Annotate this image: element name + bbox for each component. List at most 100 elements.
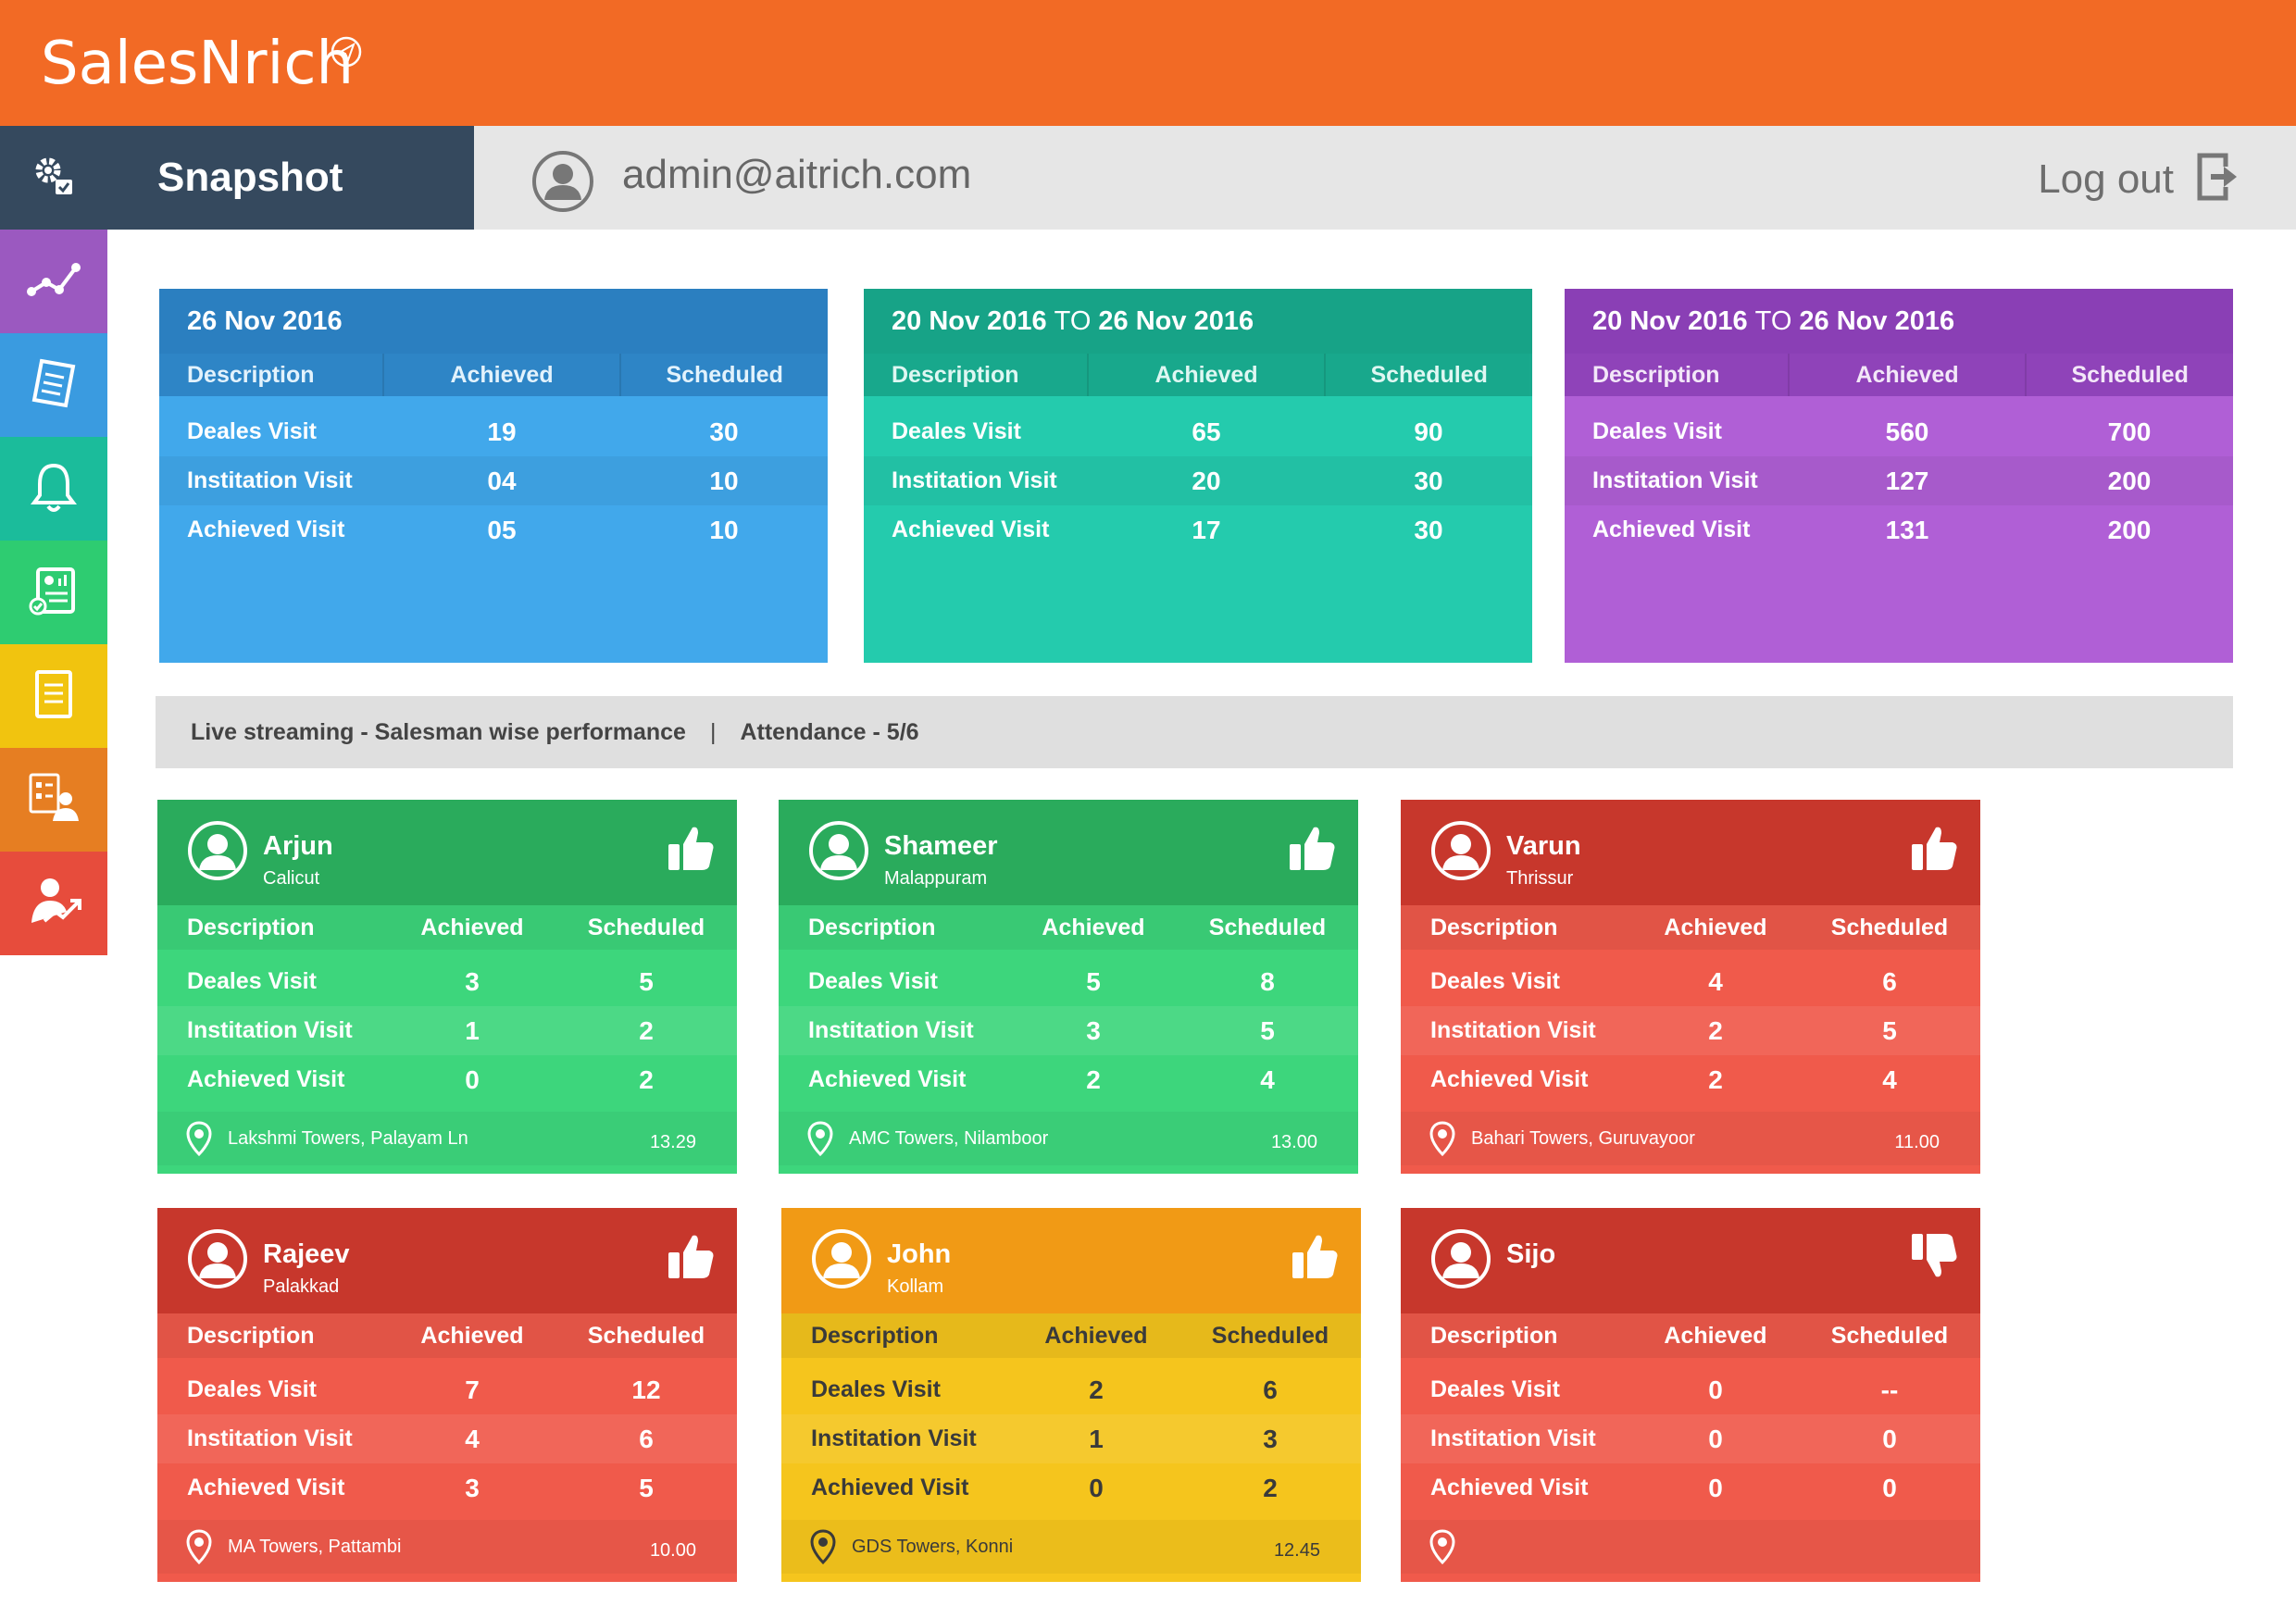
column-scheduled: Scheduled	[1370, 361, 1488, 388]
sidebar	[0, 126, 107, 955]
row-achieved: 0	[1708, 1424, 1723, 1453]
thumbs-down-icon	[1908, 1230, 1960, 1287]
row-achieved: 1	[465, 1015, 480, 1045]
row-scheduled: 0	[1882, 1424, 1897, 1453]
salesman-row: Institation Visit 1 3	[781, 1414, 1361, 1463]
row-description: Institation Visit	[187, 1017, 353, 1043]
summary-date-start: 20 Nov 2016	[1592, 305, 1748, 336]
salesman-card[interactable]: John Kollam Description Achieved Scheduled De…	[781, 1208, 1361, 1582]
summary-card-header: 20 Nov 2016 TO 26 Nov 2016	[864, 289, 1532, 354]
sidebar-item-user-forms[interactable]	[0, 748, 107, 852]
column-scheduled: Scheduled	[1211, 1322, 1329, 1349]
salesman-card[interactable]: Arjun Calicut Description Achieved Scheduled…	[157, 800, 737, 1174]
row-scheduled: --	[1880, 1375, 1899, 1404]
app-logo[interactable]: SalesNrich	[41, 30, 354, 98]
row-scheduled: 90	[1414, 417, 1443, 446]
row-description: Achieved Visit	[187, 1066, 345, 1092]
row-scheduled: 30	[709, 417, 739, 446]
location-pin-icon[interactable]	[1429, 1529, 1456, 1569]
row-achieved: 3	[465, 966, 480, 996]
settings-gear-icon	[28, 150, 80, 206]
salesman-card[interactable]: Shameer Malappuram Description Achieved Sche…	[779, 800, 1358, 1174]
row-achieved: 2	[1708, 1015, 1723, 1045]
row-achieved: 65	[1192, 417, 1221, 446]
summary-row: Achieved Visit 05 10	[159, 505, 828, 554]
summary-date-end: 26 Nov 2016	[1098, 305, 1254, 336]
analytics-graph-icon	[26, 256, 81, 307]
column-achieved: Achieved	[1086, 354, 1327, 396]
summary-date-start: 20 Nov 2016	[892, 305, 1047, 336]
salesman-location: Calicut	[263, 868, 320, 889]
salesman-avatar-icon	[811, 1228, 872, 1294]
summary-card: 20 Nov 2016 TO 26 Nov 2016 Description Achie…	[1565, 289, 2233, 663]
sidebar-item-settings[interactable]	[0, 126, 107, 230]
salesman-card[interactable]: Sijo Description Achieved Scheduled Deales V…	[1401, 1208, 1980, 1582]
row-scheduled: 700	[2107, 417, 2152, 446]
row-achieved: 0	[1708, 1375, 1723, 1404]
column-scheduled: Scheduled	[1830, 1322, 1949, 1349]
sidebar-item-reports[interactable]	[0, 541, 107, 644]
sidebar-item-documents[interactable]	[0, 644, 107, 748]
location-pin-icon[interactable]	[1429, 1121, 1456, 1161]
separator: |	[709, 718, 717, 745]
sidebar-item-checklist[interactable]	[0, 333, 107, 437]
location-pin-icon[interactable]	[185, 1529, 213, 1569]
salesman-name: Varun	[1506, 831, 1581, 861]
salesman-location: Malappuram	[884, 868, 988, 889]
row-description: Deales Visit	[808, 968, 938, 994]
location-pin-icon[interactable]	[809, 1529, 837, 1569]
salesman-card-footer: Bahari Towers, Guruvayoor 11.00	[1401, 1112, 1980, 1165]
summary-date-to: TO	[1054, 305, 1092, 336]
tab-snapshot[interactable]: Snapshot	[107, 126, 474, 230]
row-description: Deales Visit	[1430, 968, 1560, 994]
column-achieved: Achieved	[420, 914, 524, 940]
salesman-name: Rajeev	[263, 1239, 350, 1269]
column-description: Description	[808, 914, 936, 940]
column-scheduled: Scheduled	[587, 1322, 705, 1349]
logout-label: Log out	[2038, 156, 2174, 202]
row-achieved: 0	[465, 1064, 480, 1094]
salesman-card-footer	[1401, 1520, 1980, 1574]
row-scheduled: 12	[631, 1375, 661, 1404]
row-scheduled: 30	[1414, 515, 1443, 544]
salesman-address: Bahari Towers, Guruvayoor	[1471, 1128, 1695, 1149]
column-description: Description	[892, 361, 1019, 388]
salesman-row: Deales Visit 0 --	[1401, 1365, 1980, 1414]
row-achieved: 3	[1086, 1015, 1101, 1045]
row-scheduled: 8	[1260, 966, 1275, 996]
row-scheduled: 200	[2107, 515, 2152, 544]
logout-button[interactable]: Log out	[2038, 150, 2240, 208]
salesman-row: Achieved Visit 3 5	[157, 1463, 737, 1512]
location-pin-icon[interactable]	[806, 1121, 834, 1161]
salesman-card[interactable]: Rajeev Palakkad Description Achieved Schedul…	[157, 1208, 737, 1582]
row-achieved: 20	[1192, 466, 1221, 495]
row-achieved: 3	[465, 1473, 480, 1502]
salesman-card-header: John Kollam	[781, 1208, 1361, 1313]
column-achieved: Achieved	[1664, 914, 1767, 940]
salesman-row: Deales Visit 5 8	[779, 957, 1358, 1006]
salesman-avatar-icon	[187, 1228, 248, 1294]
column-scheduled: Scheduled	[587, 914, 705, 940]
sidebar-item-user-growth[interactable]	[0, 852, 107, 955]
salesman-row: Deales Visit 4 6	[1401, 957, 1980, 1006]
sidebar-item-notifications[interactable]	[0, 437, 107, 541]
row-scheduled: 5	[1882, 1015, 1897, 1045]
row-description: Institation Visit	[1592, 467, 1758, 493]
column-description: Description	[811, 1322, 939, 1349]
attendance-count: Attendance - 5/6	[740, 718, 919, 745]
thumbs-up-icon	[1286, 822, 1338, 878]
live-streaming-title: Live streaming - Salesman wise performan…	[191, 718, 686, 745]
bell-notification-icon	[29, 460, 79, 518]
thumbs-up-icon	[1289, 1230, 1341, 1287]
row-scheduled: 10	[709, 466, 739, 495]
salesman-card[interactable]: Varun Thrissur Description Achieved Schedule…	[1401, 800, 1980, 1174]
column-achieved: Achieved	[1042, 914, 1145, 940]
location-pin-icon[interactable]	[185, 1121, 213, 1161]
thumbs-up-icon	[1908, 822, 1960, 878]
salesman-card-footer: GDS Towers, Konni 12.45	[781, 1520, 1361, 1574]
sidebar-item-analytics[interactable]	[0, 230, 107, 333]
salesman-time: 13.00	[1270, 1132, 1317, 1152]
column-achieved: Achieved	[1044, 1322, 1148, 1349]
user-growth-icon	[26, 875, 81, 933]
salesman-address: MA Towers, Pattambi	[228, 1537, 402, 1557]
